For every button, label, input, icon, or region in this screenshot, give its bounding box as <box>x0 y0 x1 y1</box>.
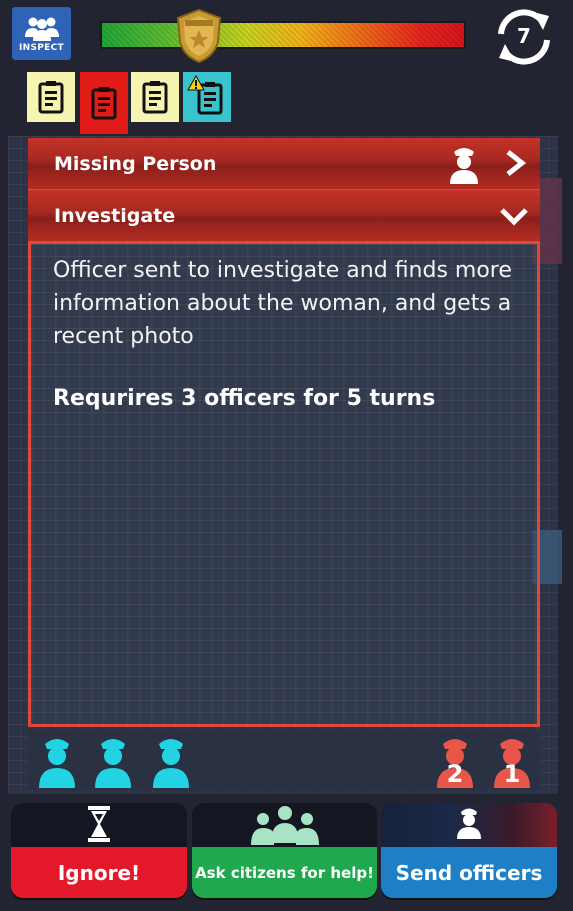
send-officers-label: Send officers <box>381 847 557 898</box>
logo-text: INSPECT <box>19 42 64 53</box>
action-row[interactable]: Investigate <box>28 190 540 242</box>
clipboard-warning-icon <box>187 75 223 115</box>
action-title: Investigate <box>54 204 176 227</box>
case-tab-3[interactable] <box>131 72 179 122</box>
officer-icon <box>450 148 478 184</box>
clipboard-icon <box>38 81 64 114</box>
top-bar: INSPECT 7 <box>0 0 573 134</box>
officer-icon <box>457 808 481 839</box>
available-officer-icon[interactable] <box>150 734 192 788</box>
ask-citizens-button[interactable]: Ask citizens for help! <box>192 803 377 898</box>
busy-officer: 1 <box>491 734 533 788</box>
busy-officer: 2 <box>434 734 476 788</box>
action-details: Officer sent to investigate and finds mo… <box>28 241 540 727</box>
send-officers-button[interactable]: Send officers <box>381 803 557 898</box>
case-tab-2-active[interactable] <box>80 72 128 134</box>
chevron-right-icon[interactable] <box>502 150 528 176</box>
crime-heat-bar <box>100 21 466 49</box>
officers-group-icon <box>24 17 59 41</box>
case-title: Missing Person <box>54 152 217 175</box>
available-officer-icon[interactable] <box>36 734 78 788</box>
action-requirement: Requrires 3 officers for 5 turns <box>53 386 436 411</box>
ask-citizens-label: Ask citizens for help! <box>192 847 377 898</box>
ignore-label: Ignore! <box>11 847 187 898</box>
chevron-down-icon[interactable] <box>500 204 528 228</box>
clipboard-icon <box>91 87 117 120</box>
turns-remaining: 7 <box>517 24 531 48</box>
busy-turns-left: 2 <box>446 760 464 788</box>
officers-bar: 2 1 <box>28 730 540 790</box>
hourglass-icon <box>88 806 110 842</box>
citizens-group-icon <box>250 806 319 845</box>
busy-turns-left: 1 <box>503 760 521 788</box>
turn-counter: 7 <box>489 6 559 68</box>
action-description: Officer sent to investigate and finds mo… <box>53 258 512 349</box>
case-title-row[interactable]: Missing Person <box>28 138 540 190</box>
ignore-button[interactable]: Ignore! <box>11 803 187 898</box>
case-tab-1[interactable] <box>27 72 75 122</box>
police-badge-icon <box>176 8 222 64</box>
clipboard-icon <box>142 81 168 114</box>
available-officer-icon[interactable] <box>92 734 134 788</box>
app-logo: INSPECT <box>12 7 71 60</box>
case-tab-4-warning[interactable] <box>183 72 231 122</box>
